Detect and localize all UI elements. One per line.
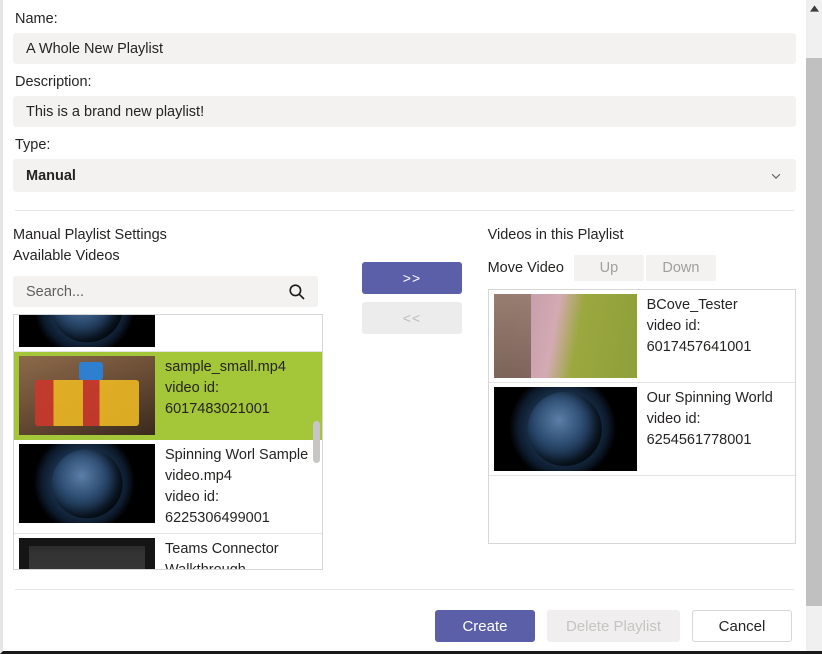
video-id-label: video id: bbox=[646, 411, 701, 427]
list-item[interactable]: Spinning Worl Sample video.mp4 video id:… bbox=[14, 440, 322, 534]
video-meta: Our Spinning World video id: 62545617780… bbox=[637, 387, 773, 451]
playlist-videos-list-inner: BCove_Tester video id: 6017457641001 Our… bbox=[488, 290, 795, 476]
video-id: 6017457641001 bbox=[646, 339, 752, 355]
move-video-controls: Move Video Up Down bbox=[488, 255, 796, 281]
window-scrollbar[interactable] bbox=[806, 0, 822, 654]
video-meta: Spinning Worl Sample video.mp4 video id:… bbox=[155, 444, 317, 529]
playlist-videos-list[interactable]: BCove_Tester video id: 6017457641001 Our… bbox=[487, 289, 796, 544]
chevron-down-icon bbox=[769, 169, 783, 183]
available-videos-list[interactable]: sample_small.mp4 video id: 6017483021001… bbox=[13, 314, 323, 570]
description-input[interactable]: This is a brand new playlist! bbox=[13, 96, 796, 127]
video-id: 6225306499001 bbox=[165, 510, 270, 526]
available-videos-column: Manual Playlist Settings Available Video… bbox=[13, 225, 336, 570]
list-item[interactable]: BCove_Tester video id: 6017457641001 bbox=[488, 290, 795, 383]
video-thumbnail-icon bbox=[493, 387, 637, 471]
type-label: Type: bbox=[15, 137, 51, 153]
name-input[interactable]: A Whole New Playlist bbox=[13, 33, 796, 64]
search-input[interactable]: Search... bbox=[13, 276, 318, 307]
scrollbar-track[interactable] bbox=[806, 17, 822, 58]
description-label: Description: bbox=[15, 74, 92, 90]
video-thumbnail-icon bbox=[19, 356, 155, 435]
video-thumbnail-icon bbox=[19, 444, 155, 523]
name-label: Name: bbox=[15, 11, 58, 27]
video-meta: Teams Connector Walkthrough- bbox=[155, 538, 317, 570]
transfer-buttons: >> << bbox=[336, 225, 487, 570]
add-to-playlist-button[interactable]: >> bbox=[361, 262, 462, 294]
video-id-label: video id: bbox=[646, 318, 701, 334]
video-id-label: video id: bbox=[165, 380, 220, 396]
video-title: Teams Connector Walkthrough- bbox=[165, 541, 279, 570]
scroll-up-arrow-icon[interactable] bbox=[806, 0, 822, 17]
form-section: Name: A Whole New Playlist Description: … bbox=[3, 0, 806, 192]
cancel-button[interactable]: Cancel bbox=[692, 610, 792, 642]
footer-divider bbox=[15, 589, 794, 590]
video-title: Spinning Worl Sample video.mp4 bbox=[165, 447, 309, 484]
video-id: 6254561778001 bbox=[646, 432, 752, 448]
available-videos-label: Available Videos bbox=[13, 248, 120, 264]
video-meta: sample_small.mp4 video id: 6017483021001 bbox=[155, 356, 286, 420]
video-thumbnail-icon bbox=[19, 538, 155, 569]
video-id-label: video id: bbox=[165, 489, 220, 505]
type-select-value: Manual bbox=[26, 167, 76, 184]
remove-from-playlist-button[interactable]: << bbox=[361, 302, 462, 334]
video-title: Our Spinning World bbox=[646, 390, 773, 406]
video-meta: BCove_Tester video id: 6017457641001 bbox=[637, 294, 752, 358]
search-placeholder: Search... bbox=[26, 283, 85, 300]
type-select[interactable]: Manual bbox=[13, 159, 796, 192]
available-list-scrollbar-thumb[interactable] bbox=[313, 421, 320, 463]
playlist-editor-window: Name: A Whole New Playlist Description: … bbox=[0, 0, 822, 654]
move-down-button[interactable]: Down bbox=[645, 255, 716, 281]
scrollbar-thumb[interactable] bbox=[806, 58, 822, 606]
video-id: 6017483021001 bbox=[165, 401, 270, 417]
manual-playlist-settings: Manual Playlist Settings Available Video… bbox=[3, 211, 806, 570]
list-item[interactable] bbox=[14, 315, 322, 352]
list-item[interactable]: Our Spinning World video id: 62545617780… bbox=[488, 383, 795, 476]
video-thumbnail-icon bbox=[19, 315, 155, 347]
create-button[interactable]: Create bbox=[434, 610, 535, 642]
dialog-footer: Create Delete Playlist Cancel bbox=[3, 610, 806, 642]
list-item[interactable]: sample_small.mp4 video id: 6017483021001 bbox=[14, 352, 322, 440]
delete-playlist-button[interactable]: Delete Playlist bbox=[546, 610, 680, 642]
move-video-label: Move Video bbox=[487, 260, 564, 276]
move-up-button[interactable]: Up bbox=[573, 255, 644, 281]
manual-settings-heading: Manual Playlist Settings bbox=[13, 227, 167, 243]
dialog-body: Name: A Whole New Playlist Description: … bbox=[0, 0, 806, 654]
video-title: sample_small.mp4 bbox=[165, 359, 286, 375]
list-item[interactable]: Teams Connector Walkthrough- bbox=[14, 534, 322, 570]
video-thumbnail-icon bbox=[493, 294, 637, 378]
playlist-videos-label: Videos in this Playlist bbox=[487, 227, 624, 243]
video-title: BCove_Tester bbox=[646, 297, 738, 313]
playlist-videos-column: Videos in this Playlist Move Video Up Do… bbox=[487, 225, 796, 570]
available-videos-list-inner: sample_small.mp4 video id: 6017483021001… bbox=[14, 315, 322, 570]
